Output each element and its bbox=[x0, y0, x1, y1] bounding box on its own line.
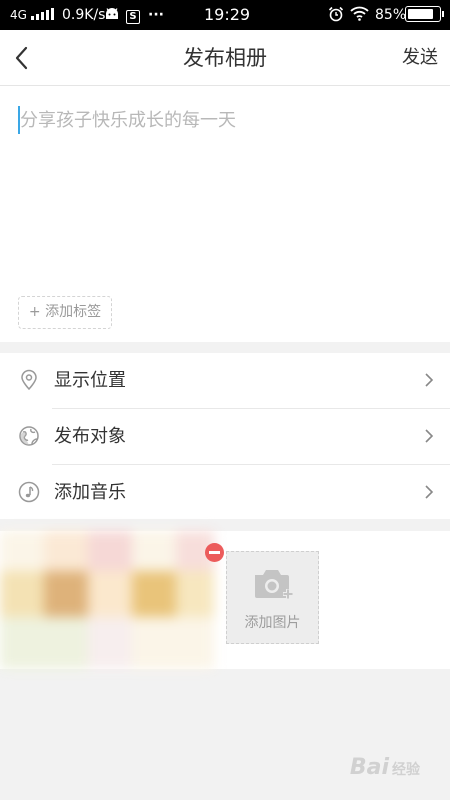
music-note-icon bbox=[18, 481, 40, 503]
network-speed: 0.9K/s bbox=[62, 7, 106, 23]
chevron-right-icon bbox=[425, 485, 434, 499]
add-tag-button[interactable]: + 添加标签 bbox=[18, 296, 112, 329]
more-notifications-icon: ··· bbox=[148, 7, 164, 23]
remove-photo-button[interactable] bbox=[205, 543, 224, 562]
alarm-icon bbox=[328, 0, 344, 30]
send-button[interactable]: 发送 bbox=[402, 30, 438, 86]
options-list: 显示位置 发布对象 添加音乐 bbox=[0, 353, 450, 519]
sync-icon: S bbox=[126, 0, 140, 30]
page-title: 发布相册 bbox=[183, 46, 267, 70]
option-label: 添加音乐 bbox=[54, 482, 126, 503]
android-icon bbox=[104, 0, 120, 30]
option-label: 发布对象 bbox=[54, 426, 126, 447]
battery-icon bbox=[405, 0, 444, 30]
network-type: 4G bbox=[10, 8, 27, 22]
chevron-right-icon bbox=[425, 429, 434, 443]
photo-grid: 添加图片 bbox=[0, 531, 450, 669]
app-header: 发布相册 发送 bbox=[0, 30, 450, 86]
watermark: Bai 经验 bbox=[349, 755, 420, 780]
option-add-music[interactable]: 添加音乐 bbox=[0, 465, 450, 520]
add-photo-label: 添加图片 bbox=[244, 615, 301, 631]
option-show-location[interactable]: 显示位置 bbox=[0, 353, 450, 408]
camera-plus-icon bbox=[255, 570, 293, 599]
wifi-icon bbox=[350, 0, 369, 30]
post-text-input[interactable] bbox=[20, 104, 430, 136]
post-composer: + 添加标签 bbox=[0, 86, 450, 342]
location-pin-icon bbox=[21, 369, 37, 391]
signal-icon bbox=[31, 0, 54, 30]
battery-percent: 85% bbox=[375, 7, 407, 23]
globe-icon bbox=[19, 426, 39, 446]
clock-time: 19:29 bbox=[204, 5, 251, 24]
add-photo-button[interactable]: 添加图片 bbox=[226, 551, 319, 644]
status-bar: 4G 0.9K/s S ··· 19:29 85% bbox=[0, 0, 450, 30]
photo-thumbnail[interactable] bbox=[0, 531, 214, 669]
option-audience[interactable]: 发布对象 bbox=[0, 409, 450, 464]
chevron-right-icon bbox=[425, 373, 434, 387]
option-label: 显示位置 bbox=[54, 370, 126, 391]
